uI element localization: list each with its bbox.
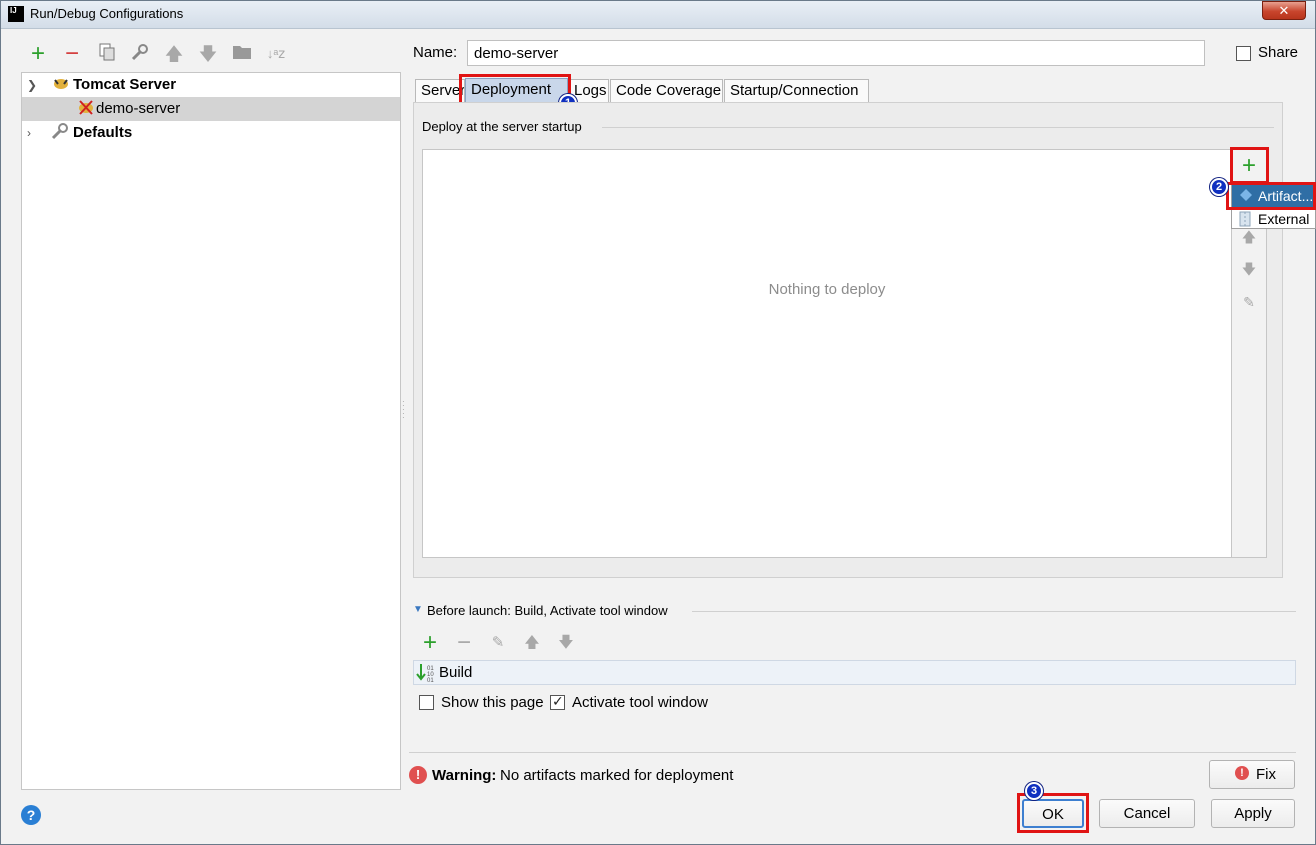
- edit-pencil-icon[interactable]: ✎: [1238, 291, 1260, 313]
- divider: [409, 752, 1296, 753]
- move-down-icon[interactable]: 🡇: [197, 43, 219, 65]
- name-field[interactable]: [467, 40, 1205, 66]
- wrench-icon: [50, 123, 70, 149]
- section-title: Deploy at the server startup: [422, 119, 582, 134]
- edit-pencil-icon[interactable]: ✎: [487, 632, 509, 654]
- close-button[interactable]: ✕: [1262, 1, 1306, 20]
- fix-label: Fix: [1256, 766, 1276, 783]
- annotation-badge: 3: [1025, 782, 1043, 800]
- apply-button[interactable]: Apply: [1211, 799, 1295, 828]
- remove-task-icon[interactable]: −: [453, 631, 475, 655]
- warning-icon: !: [409, 766, 427, 784]
- copy-icon[interactable]: [96, 43, 118, 65]
- window-title: Run/Debug Configurations: [30, 6, 184, 21]
- share-label: Share: [1258, 44, 1299, 61]
- highlight-box: [1017, 793, 1089, 833]
- chevron-down-icon[interactable]: ❯: [27, 73, 37, 97]
- tree-item-label: Defaults: [73, 124, 133, 141]
- fix-button[interactable]: ! Fix: [1209, 760, 1295, 789]
- warning-icon: !: [1235, 766, 1249, 780]
- folder-icon[interactable]: [231, 43, 253, 65]
- help-icon[interactable]: ?: [21, 805, 41, 825]
- task-label: Build: [439, 664, 473, 681]
- show-this-page-label: Show this page: [441, 694, 544, 711]
- share-checkbox[interactable]: [1236, 46, 1251, 61]
- chevron-right-icon[interactable]: ›: [27, 121, 31, 145]
- move-down-icon[interactable]: 🡇: [1238, 258, 1260, 280]
- move-up-icon[interactable]: 🡅: [521, 632, 543, 654]
- collapse-triangle-icon[interactable]: ▼: [413, 604, 423, 615]
- activate-tool-window-checkbox[interactable]: [550, 693, 565, 710]
- activate-tool-window-label: Activate tool window: [572, 694, 708, 711]
- tab-server[interactable]: Server: [415, 79, 465, 102]
- move-down-icon[interactable]: 🡇: [555, 632, 577, 654]
- tree-item-defaults[interactable]: › Defaults: [22, 121, 400, 145]
- sort-icon[interactable]: ↓ᵃ𝗓: [265, 43, 287, 65]
- warning-message: No artifacts marked for deployment: [500, 767, 734, 784]
- remove-icon[interactable]: −: [61, 42, 83, 66]
- move-up-icon[interactable]: 🡅: [163, 43, 185, 65]
- section-divider: [602, 127, 1274, 128]
- title-bar: [1, 1, 1315, 29]
- task-row-build[interactable]: 01 10 01 Build: [413, 660, 1296, 685]
- edit-defaults-icon[interactable]: [129, 43, 151, 65]
- name-label: Name:: [413, 44, 458, 61]
- add-icon[interactable]: +: [27, 42, 49, 66]
- show-this-page-checkbox[interactable]: [419, 695, 434, 710]
- section-divider: [692, 611, 1296, 612]
- highlight-box: [1226, 182, 1316, 210]
- menu-item-external[interactable]: External: [1232, 208, 1316, 230]
- deployment-list[interactable]: [422, 149, 1232, 558]
- app-icon: IJ: [8, 6, 24, 22]
- archive-icon: [1239, 211, 1251, 230]
- annotation-badge: 2: [1210, 178, 1228, 196]
- empty-state-text: Nothing to deploy: [768, 281, 886, 298]
- svg-text:01: 01: [427, 678, 434, 684]
- cancel-button[interactable]: Cancel: [1099, 799, 1195, 828]
- splitter-handle[interactable]: · · · · ·: [402, 398, 408, 422]
- build-icon: 01 10 01: [416, 662, 438, 688]
- before-launch-title[interactable]: Before launch: Build, Activate tool wind…: [427, 603, 668, 618]
- menu-item-label: External: [1258, 211, 1310, 227]
- tree-item-label: Tomcat Server: [73, 76, 177, 93]
- add-task-icon[interactable]: +: [419, 631, 441, 655]
- warning-label: Warning:: [432, 767, 497, 784]
- tree-item-label: demo-server: [96, 100, 181, 117]
- add-deployment-icon[interactable]: +: [1238, 154, 1260, 178]
- tree-item-tomcat-server[interactable]: ❯ Tomcat Server: [22, 73, 400, 97]
- tab-code-coverage[interactable]: Code Coverage: [610, 79, 723, 102]
- tab-startup-connection[interactable]: Startup/Connection: [724, 79, 869, 102]
- configuration-tree: ❯ Tomcat Server demo-server › Defaults: [21, 72, 401, 790]
- tree-item-demo-server[interactable]: demo-server: [22, 97, 400, 121]
